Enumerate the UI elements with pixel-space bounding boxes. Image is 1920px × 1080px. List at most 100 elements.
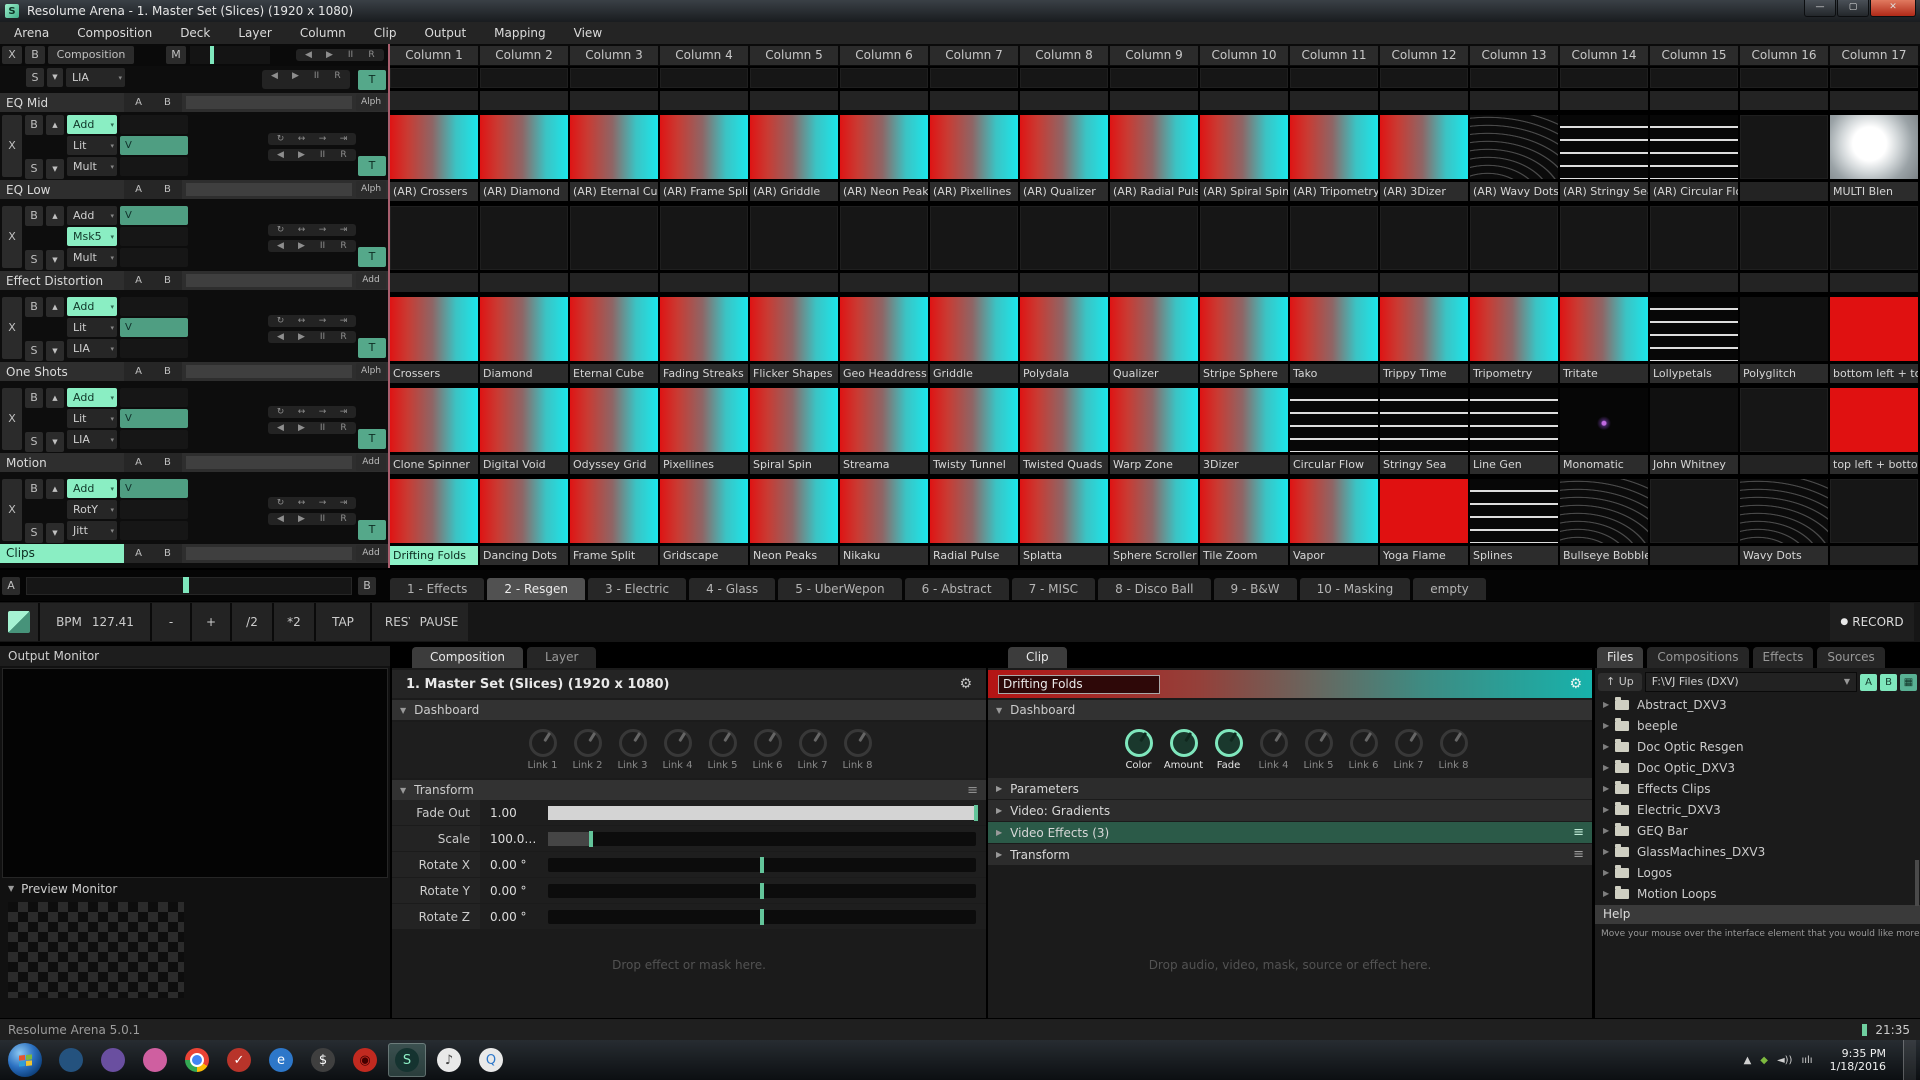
close-button[interactable]: ✕ — [1870, 0, 1916, 17]
layer-name-motion[interactable]: Motion — [0, 456, 124, 470]
record-button[interactable]: ● RECORD — [1830, 603, 1914, 641]
tab-composition[interactable]: Composition — [412, 647, 523, 668]
blend-select-mult[interactable]: Mult▾ — [67, 157, 117, 176]
knob-dial[interactable] — [799, 729, 827, 757]
clip-name[interactable]: (AR) Neon Peaks — [840, 182, 928, 201]
taskbar-clock[interactable]: 9:35 PM 1/18/2016 — [1830, 1047, 1886, 1073]
clip-thumbnail[interactable] — [1560, 206, 1648, 270]
layer-down-arrow[interactable]: ▼ — [46, 159, 64, 179]
param-value[interactable]: 100.0… — [480, 826, 548, 851]
clip-thumbnail[interactable] — [1290, 388, 1378, 452]
bounce-icon[interactable]: ↔ — [291, 316, 312, 326]
clip-thumbnail[interactable] — [930, 388, 1018, 452]
clip-name[interactable] — [840, 273, 928, 292]
clip-cell[interactable] — [1740, 386, 1828, 477]
menu-item-arena[interactable]: Arena — [0, 22, 63, 44]
param-value[interactable]: 1.00 — [480, 800, 548, 825]
clip-name[interactable]: Sphere Scroller — [1110, 546, 1198, 565]
folder-geq-bar[interactable]: ▶GEQ Bar — [1595, 820, 1920, 841]
param-slider[interactable] — [548, 806, 976, 820]
clip-cell[interactable]: (AR) Griddle — [750, 113, 838, 204]
clip-cell[interactable]: Radial Pulse — [930, 477, 1018, 568]
clip-name[interactable] — [1740, 182, 1828, 201]
bounce-icon[interactable]: ↔ — [291, 225, 312, 235]
knob-dial[interactable] — [1125, 729, 1153, 757]
layer-up-arrow[interactable]: ▲ — [46, 297, 64, 317]
clip-name[interactable]: Yoga Flame — [1380, 546, 1468, 565]
clip-name[interactable]: (AR) Frame Split — [660, 182, 748, 201]
section-video-effects-3-[interactable]: ▶Video Effects (3)≡ — [988, 822, 1592, 843]
clip-thumbnail[interactable] — [1110, 388, 1198, 452]
clip-cell[interactable] — [1290, 204, 1378, 295]
clip-cell[interactable] — [1470, 204, 1558, 295]
clip-cell[interactable]: Twisty Tunnel — [930, 386, 1018, 477]
clip-cell[interactable] — [1740, 66, 1828, 113]
clip-name[interactable] — [1200, 273, 1288, 292]
clip-cell[interactable] — [1380, 66, 1468, 113]
bpm-button-[interactable]: + — [192, 603, 232, 641]
taskbar-icon-app5[interactable]: ✓ — [220, 1043, 258, 1077]
clip-cell[interactable]: Griddle — [930, 295, 1018, 386]
layer-solo-button[interactable]: S — [25, 159, 43, 179]
clip-thumbnail[interactable] — [1110, 115, 1198, 179]
loop-icon[interactable]: ↻ — [270, 225, 291, 235]
clip-thumbnail[interactable] — [930, 206, 1018, 270]
deck-tab-11[interactable]: empty — [1413, 578, 1486, 600]
gear-icon[interactable]: ⚙ — [959, 676, 972, 692]
layer-b-button[interactable]: B — [164, 184, 171, 195]
clip-cell[interactable]: (AR) Diamond — [480, 113, 568, 204]
taskbar-icon-resolume[interactable]: S — [388, 1043, 426, 1077]
clip-cell[interactable] — [1290, 66, 1378, 113]
clip-cell[interactable]: Tile Zoom — [1200, 477, 1288, 568]
clip-cell[interactable]: Clone Spinner — [390, 386, 478, 477]
clip-thumbnail[interactable] — [1470, 388, 1558, 452]
slider-handle[interactable] — [589, 831, 593, 847]
clip-name[interactable]: Tripometry — [1470, 364, 1558, 383]
clip-cell[interactable]: Tritate — [1560, 295, 1648, 386]
clip-cell[interactable] — [660, 66, 748, 113]
param-slider[interactable] — [548, 832, 976, 846]
clip-name[interactable] — [390, 91, 478, 110]
clip-cell[interactable]: 3Dizer — [1200, 386, 1288, 477]
folder-beeple[interactable]: ▶beeple — [1595, 715, 1920, 736]
clip-cell[interactable] — [1200, 204, 1288, 295]
layer-b-button[interactable]: B — [164, 548, 171, 559]
show-desktop-button[interactable] — [1903, 1040, 1916, 1080]
loop-icon[interactable]: ↻ — [270, 134, 291, 144]
clip-thumbnail[interactable] — [570, 115, 658, 179]
clip-name[interactable] — [480, 273, 568, 292]
volume-icon[interactable]: ◄)) — [1777, 1055, 1793, 1066]
bpm-display[interactable]: BPM127.41 — [40, 603, 152, 641]
clip-name[interactable]: Stripe Sphere — [1200, 364, 1288, 383]
clip-cell[interactable]: MULTI Blen — [1830, 113, 1918, 204]
clip-name[interactable] — [1560, 91, 1648, 110]
clip-cell[interactable]: Dancing Dots — [480, 477, 568, 568]
layer-name-one-shots[interactable]: One Shots — [0, 365, 124, 379]
knob-link-4[interactable]: Link 4 — [655, 729, 700, 771]
clip-thumbnail[interactable] — [1470, 206, 1558, 270]
layer-b-button[interactable]: B — [164, 97, 171, 108]
clip-thumbnail[interactable] — [660, 68, 748, 88]
clip-cell[interactable]: Eternal Cube — [570, 295, 658, 386]
composition-master-slider[interactable] — [190, 46, 270, 64]
column-header-6[interactable]: Column 6 — [840, 46, 928, 65]
clip-thumbnail[interactable] — [1200, 479, 1288, 543]
layer-bypass-button[interactable]: B — [25, 206, 43, 226]
clip-name[interactable]: Neon Peaks — [750, 546, 838, 565]
deck-tab-10[interactable]: 10 - Masking — [1300, 578, 1411, 600]
clip-thumbnail[interactable] — [1200, 388, 1288, 452]
deck-tab-1[interactable]: 1 - Effects — [390, 578, 484, 600]
layer-x-button[interactable]: X — [2, 206, 22, 268]
knob-fade[interactable]: Fade — [1206, 729, 1251, 771]
knob-dial[interactable] — [1305, 729, 1333, 757]
knob-dial[interactable] — [664, 729, 692, 757]
slider-handle[interactable] — [760, 909, 764, 925]
column-header-8[interactable]: Column 8 — [1020, 46, 1108, 65]
blend-select-mult[interactable]: Mult▾ — [67, 248, 117, 267]
clip-thumbnail[interactable] — [1470, 479, 1558, 543]
play-icon[interactable]: ▶ — [291, 241, 312, 251]
clip-cell[interactable]: Nikaku — [840, 477, 928, 568]
clip-name[interactable]: Radial Pulse — [930, 546, 1018, 565]
layer-down-arrow[interactable]: ▼ — [46, 432, 64, 452]
column-header-16[interactable]: Column 16 — [1740, 46, 1828, 65]
